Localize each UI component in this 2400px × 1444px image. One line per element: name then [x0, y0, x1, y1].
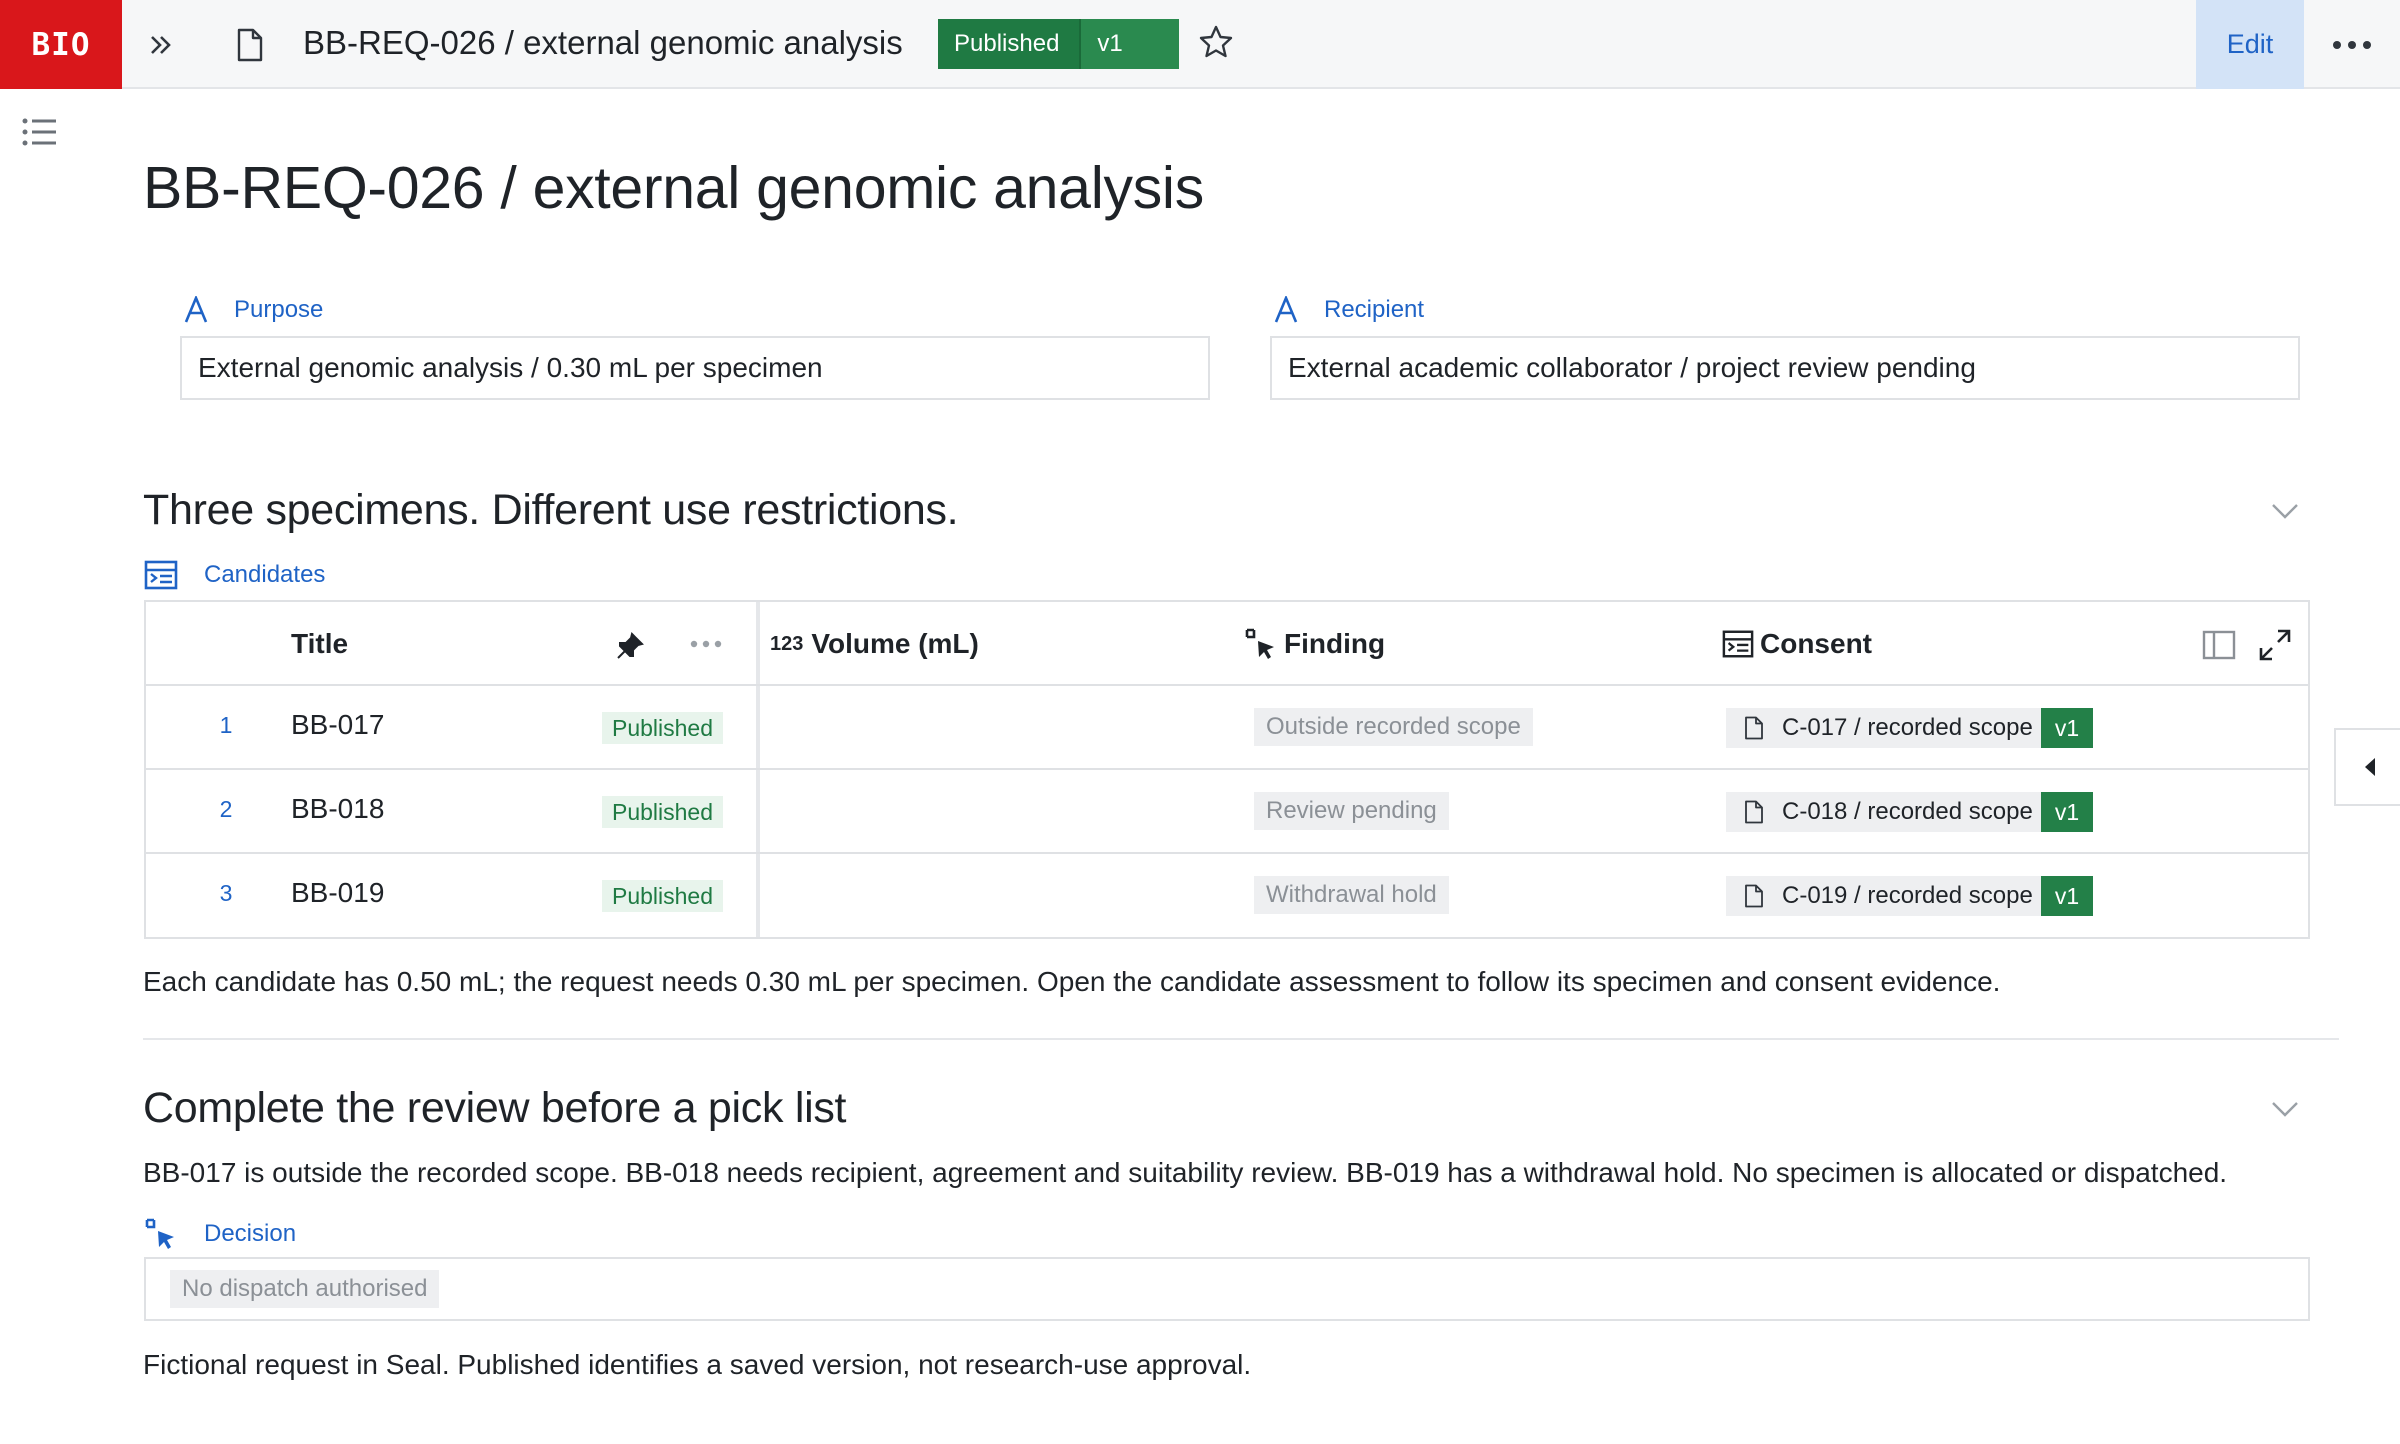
chevron-down-icon[interactable] — [2270, 1100, 2300, 1118]
more-options-button[interactable] — [2322, 24, 2382, 66]
number-type-icon: 123 — [770, 632, 804, 655]
expand-icon[interactable] — [2258, 628, 2292, 662]
consent-version: v1 — [2040, 708, 2094, 748]
section-divider — [143, 1038, 2339, 1040]
edit-button[interactable]: Edit — [2196, 0, 2304, 89]
side-panel-toggle[interactable] — [2334, 728, 2400, 806]
column-menu-icon[interactable] — [690, 640, 722, 648]
status-badge[interactable]: Published v1 — [938, 19, 1179, 69]
column-header-title[interactable]: Title — [291, 602, 348, 686]
candidates-note: Each candidate has 0.50 mL; the request … — [143, 966, 2001, 997]
caret-left-icon — [2365, 758, 2375, 776]
relation-list-icon — [144, 560, 178, 590]
decision-field[interactable]: No dispatch authorised — [144, 1257, 2310, 1321]
decision-label-text: Decision — [204, 1220, 297, 1247]
purpose-label-text: Purpose — [234, 296, 324, 323]
pin-icon[interactable] — [616, 632, 644, 660]
row-title[interactable]: BB-018 — [291, 793, 384, 825]
header-title: BB-REQ-026 / external genomic analysis — [303, 24, 903, 61]
finding-chip: Withdrawal hold — [1254, 876, 1449, 914]
status-badge: Published — [602, 712, 724, 744]
consent-link[interactable]: C-019 / recorded scope v1 — [1726, 876, 2094, 916]
expand-sidebar-button[interactable] — [140, 24, 182, 66]
decision-chip: No dispatch authorised — [170, 1270, 440, 1308]
table-row[interactable]: 3 BB-019 Published 0.5 Withdrawal hold C… — [146, 852, 2308, 936]
consent-version: v1 — [2040, 876, 2094, 916]
column-header-consent[interactable]: Consent — [1722, 602, 1872, 686]
page-title: BB-REQ-026 / external genomic analysis — [143, 155, 1204, 221]
column-header-consent-label: Consent — [1760, 628, 1872, 659]
status-label: Published — [938, 19, 1080, 69]
decision-label: Decision — [144, 1217, 296, 1251]
footer-note: Fictional request in Seal. Published ide… — [143, 1349, 1252, 1380]
recipient-label-text: Recipient — [1324, 296, 1425, 323]
consent-link[interactable]: C-018 / recorded scope v1 — [1726, 792, 2094, 832]
review-body: BB-017 is outside the recorded scope. BB… — [143, 1157, 2228, 1188]
top-bar: BIO BB-REQ-026 / external genomic analys… — [0, 0, 2400, 89]
chevron-down-icon[interactable] — [2270, 502, 2300, 520]
columns-layout-icon[interactable] — [2202, 630, 2236, 660]
consent-link-label: C-017 / recorded scope — [1782, 714, 2033, 741]
table-row[interactable]: 2 BB-018 Published 0.5 Review pending C-… — [146, 768, 2308, 852]
select-field-icon — [1245, 628, 1274, 659]
row-title[interactable]: BB-019 — [291, 877, 384, 909]
purpose-field[interactable]: External genomic analysis / 0.30 mL per … — [180, 336, 1210, 400]
row-title[interactable]: BB-017 — [291, 709, 384, 741]
finding-chip: Review pending — [1254, 792, 1449, 830]
section-heading-review: Complete the review before a pick list — [143, 1084, 847, 1132]
table-row[interactable]: 1 BB-017 Published 0.5 Outside recorded … — [146, 684, 2308, 768]
column-header-volume-label: Volume (mL) — [811, 628, 979, 659]
more-icon — [2333, 41, 2371, 49]
consent-link-label: C-018 / recorded scope — [1782, 798, 2033, 825]
document-icon — [237, 28, 263, 62]
purpose-label: Purpose — [184, 296, 323, 324]
candidates-table: Title 123 Volume (mL) Finding Consent 1 … — [144, 600, 2310, 939]
document-icon — [1745, 800, 1763, 824]
recipient-field[interactable]: External academic collaborator / project… — [1270, 336, 2300, 400]
column-header-finding[interactable]: Finding — [1244, 602, 1385, 686]
relation-list-icon — [1722, 630, 1754, 658]
section-heading-specimens: Three specimens. Different use restricti… — [143, 486, 959, 534]
text-field-icon — [1274, 296, 1298, 323]
column-header-volume[interactable]: 123 Volume (mL) — [770, 602, 979, 686]
column-header-finding-label: Finding — [1284, 628, 1386, 659]
candidates-label-text: Candidates — [204, 561, 326, 588]
star-icon[interactable] — [1198, 24, 1234, 60]
row-number: 1 — [219, 712, 233, 738]
consent-link[interactable]: C-017 / recorded scope v1 — [1726, 708, 2094, 748]
document-icon — [1745, 716, 1763, 740]
status-badge: Published — [602, 796, 724, 828]
row-number: 3 — [219, 880, 233, 906]
consent-version: v1 — [2040, 792, 2094, 832]
candidates-label: Candidates — [144, 560, 325, 590]
status-badge: Published — [602, 880, 724, 912]
finding-chip: Outside recorded scope — [1254, 708, 1533, 746]
consent-link-label: C-019 / recorded scope — [1782, 882, 2033, 909]
select-field-icon — [145, 1218, 174, 1249]
double-chevron-right-icon — [151, 36, 171, 54]
row-number: 2 — [219, 796, 233, 822]
recipient-label: Recipient — [1274, 296, 1424, 324]
version-label: v1 — [1079, 19, 1179, 69]
document-icon — [1745, 884, 1763, 908]
text-field-icon — [184, 296, 208, 323]
app-logo[interactable]: BIO — [0, 0, 122, 89]
table-of-contents-icon[interactable] — [22, 118, 58, 148]
